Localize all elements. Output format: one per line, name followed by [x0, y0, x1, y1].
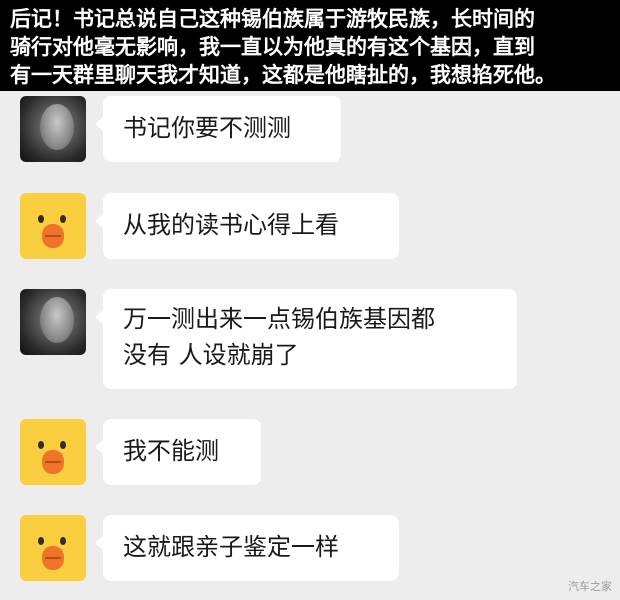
face-shape	[40, 104, 74, 150]
duck-eye-right	[60, 215, 66, 223]
duck-eye-right	[60, 537, 66, 545]
message-bubble[interactable]: 书记你要不测测	[95, 96, 341, 162]
message-bubble[interactable]: 从我的读书心得上看	[95, 193, 399, 259]
message-text-line-2: 没有 人设就崩了	[123, 341, 299, 369]
duck-beak	[42, 546, 64, 570]
duck-beak	[42, 224, 64, 248]
message-bubble[interactable]: 万一测出来一点锡伯族基因都 没有 人设就崩了	[95, 289, 517, 389]
watermark: 汽车之家	[568, 580, 612, 593]
message-text-line-1: 万一测出来一点锡伯族基因都	[123, 305, 435, 333]
user-photo-avatar[interactable]	[20, 96, 86, 162]
message-text: 我不能测	[123, 437, 219, 465]
message-bubble[interactable]: 我不能测	[95, 419, 261, 485]
caption-banner: 后记！书记总说自己这种锡伯族属于游牧民族，长时间的 骑行对他毫无影响，我一直以为…	[0, 0, 620, 91]
duck-eye-right	[60, 441, 66, 449]
face-shape	[40, 297, 74, 343]
message-text: 这就跟亲子鉴定一样	[123, 533, 339, 561]
caption-line-1: 后记！书记总说自己这种锡伯族属于游牧民族，长时间的	[10, 7, 535, 31]
message-text: 从我的读书心得上看	[123, 211, 339, 239]
caption-line-2: 骑行对他毫无影响，我一直以为他真的有这个基因，直到	[10, 35, 535, 59]
message-bubble[interactable]: 这就跟亲子鉴定一样	[95, 515, 399, 581]
duck-beak	[42, 450, 64, 474]
duck-eye-left	[38, 441, 44, 449]
duck-avatar[interactable]	[20, 515, 86, 581]
duck-eye-left	[38, 215, 44, 223]
caption-line-3: 有一天群里聊天我才知道，这都是他瞎扯的，我想掐死他。	[10, 63, 556, 87]
message-text: 书记你要不测测	[123, 114, 291, 142]
duck-avatar[interactable]	[20, 419, 86, 485]
duck-avatar[interactable]	[20, 193, 86, 259]
user-photo-avatar[interactable]	[20, 289, 86, 355]
duck-eye-left	[38, 537, 44, 545]
